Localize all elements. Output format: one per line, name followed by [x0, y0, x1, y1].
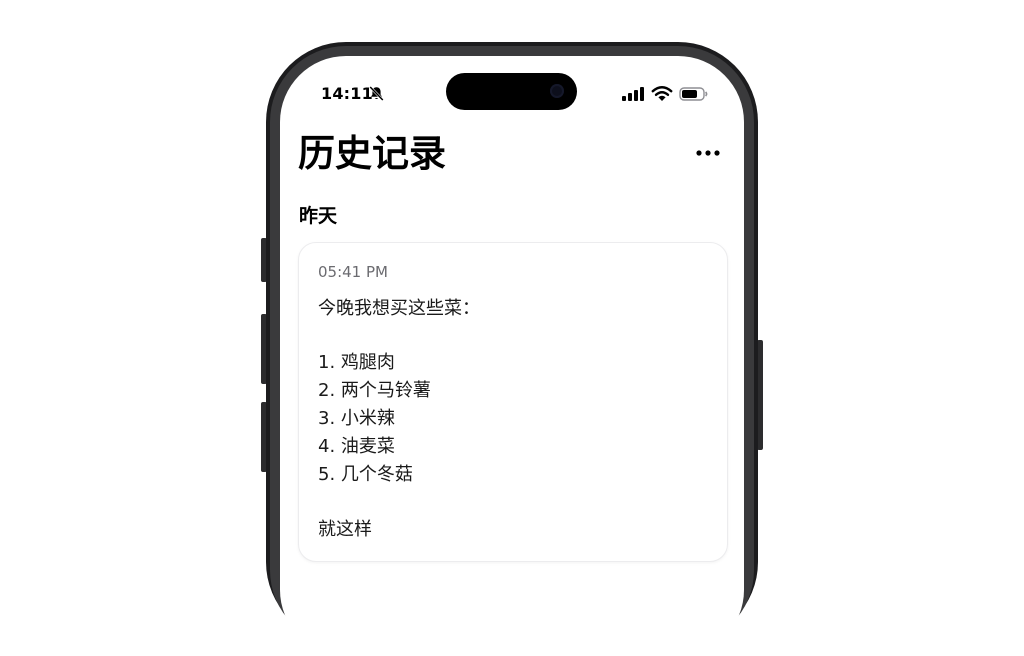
camera-lens: [550, 84, 564, 98]
entry-list-item-1: 1. 鸡腿肉: [318, 352, 395, 373]
page-title: 历史记录: [298, 132, 446, 175]
wifi-icon: [651, 86, 673, 101]
entry-line-intro: 今晚我想买这些菜：: [318, 298, 480, 319]
entry-list-item-2: 2. 两个马铃薯: [318, 380, 431, 401]
entry-list-item-4: 4. 油麦菜: [318, 436, 395, 457]
entry-list-item-3: 3. 小米辣: [318, 408, 395, 429]
status-time: 14:11: [321, 84, 373, 103]
more-options-button[interactable]: [694, 142, 722, 164]
entry-list-item-5: 5. 几个冬菇: [318, 464, 413, 485]
entry-line-closing: 就这样: [318, 519, 372, 540]
cellular-signal-icon: [622, 87, 644, 101]
bell-slash-icon: [369, 86, 384, 101]
battery-icon: [679, 87, 708, 101]
section-header-yesterday: 昨天: [299, 205, 338, 227]
entry-timestamp: 05:41 PM: [318, 263, 388, 281]
